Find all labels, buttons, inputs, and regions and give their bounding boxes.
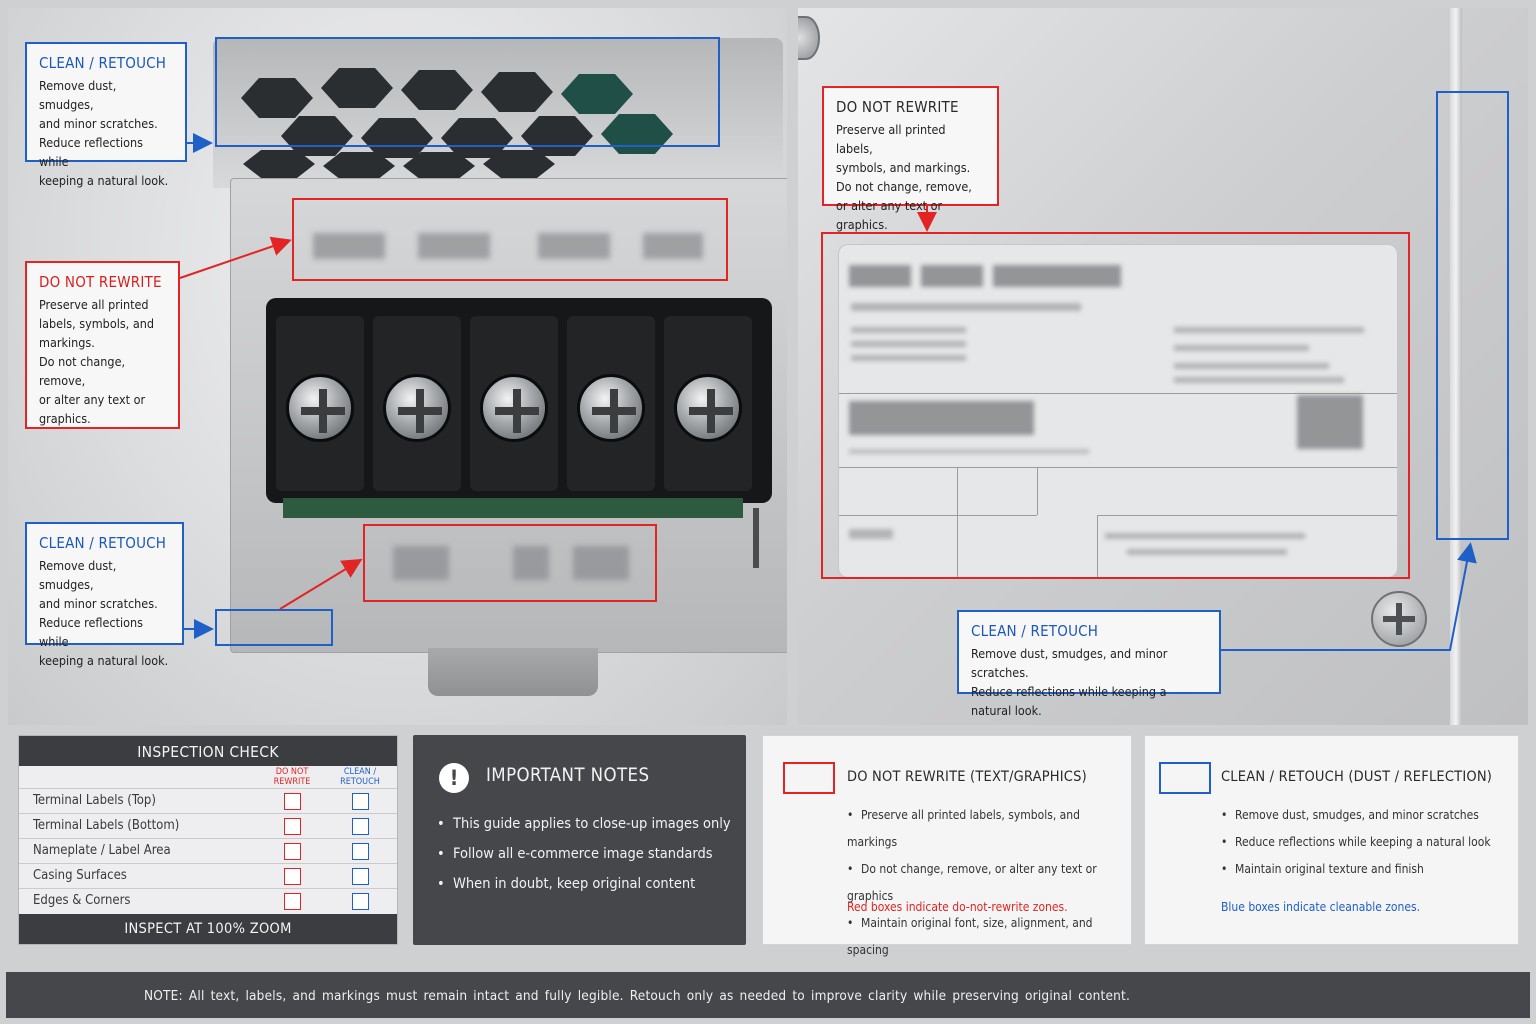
inspection-row: Edges & Corners [19, 888, 397, 913]
clean-zone-vent [215, 37, 720, 147]
red-box-swatch [783, 762, 835, 794]
checkbox-clean-retouch[interactable] [352, 818, 369, 835]
clean-zone-side-edge [1436, 91, 1509, 540]
important-notes-card: ! IMPORTANT NOTES This guide applies to … [413, 735, 746, 945]
inspection-row: Terminal Labels (Top) [19, 788, 397, 813]
checkbox-do-not-rewrite[interactable] [284, 818, 301, 835]
list-item: Reduce reflections while keeping a natur… [1221, 829, 1491, 856]
inspection-title: INSPECTION CHECK [19, 736, 397, 766]
legend-title: CLEAN / RETOUCH (DUST / REFLECTION) [1221, 769, 1493, 785]
rewrite-zone-nameplate [821, 232, 1410, 579]
list-item: Remove dust, smudges, and minor scratche… [1221, 802, 1491, 829]
checkbox-clean-retouch[interactable] [352, 793, 369, 810]
footer-note: NOTE: All text, labels, and markings mus… [6, 972, 1530, 1018]
terminal-block [266, 298, 772, 503]
checkbox-clean-retouch[interactable] [352, 843, 369, 860]
screw-icon [480, 374, 548, 442]
col-do-not-rewrite: DO NOT REWRITE [273, 767, 311, 787]
rewrite-zone-top-labels [292, 198, 728, 281]
callout-title: CLEAN / RETOUCH [39, 534, 167, 552]
screw-icon [383, 374, 451, 442]
legend-footer: Red boxes indicate do-not-rewrite zones. [847, 900, 1068, 914]
checkbox-do-not-rewrite[interactable] [284, 843, 301, 860]
blue-box-swatch [1159, 762, 1211, 794]
checkbox-do-not-rewrite[interactable] [284, 868, 301, 885]
notes-list: This guide applies to close-up images on… [437, 809, 731, 899]
callout-clean-right: CLEAN / RETOUCH Remove dust, smudges, an… [957, 610, 1221, 718]
screw-icon [286, 374, 354, 442]
clean-zone-edge [215, 609, 333, 646]
inspection-footer: INSPECT AT 100% ZOOM [19, 914, 397, 944]
inspection-row: Terminal Labels (Bottom) [19, 813, 397, 838]
callout-rewrite-left: DO NOT REWRITE Preserve all printed labe… [25, 261, 180, 429]
legend-title: DO NOT REWRITE (TEXT/GRAPHICS) [847, 769, 1087, 785]
inspection-column-headers: DO NOT REWRITE CLEAN / RETOUCH [19, 766, 397, 788]
screw-icon [577, 374, 645, 442]
list-item: Follow all e-commerce image standards [437, 839, 731, 869]
legend-footer: Blue boxes indicate cleanable zones. [1221, 900, 1421, 914]
list-item: When in doubt, keep original content [437, 869, 731, 899]
checkbox-do-not-rewrite[interactable] [284, 893, 301, 910]
legend-list: Preserve all printed labels, symbols, an… [847, 802, 1131, 964]
legend-clean-retouch: CLEAN / RETOUCH (DUST / REFLECTION) Remo… [1144, 735, 1519, 945]
bolt-icon [1371, 591, 1427, 647]
screw-icon [674, 374, 742, 442]
bolt-icon [798, 16, 820, 60]
callout-title: DO NOT REWRITE [39, 273, 162, 291]
checkbox-clean-retouch[interactable] [352, 868, 369, 885]
list-item: This guide applies to close-up images on… [437, 809, 731, 839]
checkbox-do-not-rewrite[interactable] [284, 793, 301, 810]
callout-rewrite-right: DO NOT REWRITE Preserve all printed labe… [822, 86, 999, 232]
list-item: Maintain original font, size, alignment,… [847, 910, 1131, 964]
inspection-check-card: INSPECTION CHECK DO NOT REWRITE CLEAN / … [18, 735, 398, 945]
callout-title: CLEAN / RETOUCH [39, 54, 167, 72]
callout-clean-bottom-left: CLEAN / RETOUCH Remove dust, smudges, an… [25, 522, 184, 668]
din-rail-clip [428, 648, 598, 696]
col-clean-retouch: CLEAN / RETOUCH [340, 767, 380, 787]
callout-title: DO NOT REWRITE [836, 98, 959, 116]
exclamation-icon: ! [439, 763, 469, 793]
legend-list: Remove dust, smudges, and minor scratche… [1221, 802, 1491, 883]
rewrite-zone-bottom-labels [363, 524, 657, 602]
callout-clean-top-left: CLEAN / RETOUCH Remove dust, smudges, an… [25, 42, 187, 188]
checkbox-clean-retouch[interactable] [352, 893, 369, 910]
notes-title: IMPORTANT NOTES [486, 765, 650, 786]
inspection-row: Casing Surfaces [19, 863, 397, 888]
legend-do-not-rewrite: DO NOT REWRITE (TEXT/GRAPHICS) Preserve … [762, 735, 1132, 957]
inspection-row: Nameplate / Label Area [19, 838, 397, 863]
callout-title: CLEAN / RETOUCH [971, 622, 1099, 640]
list-item: Maintain original texture and finish [1221, 856, 1491, 883]
list-item: Preserve all printed labels, symbols, an… [847, 802, 1131, 856]
